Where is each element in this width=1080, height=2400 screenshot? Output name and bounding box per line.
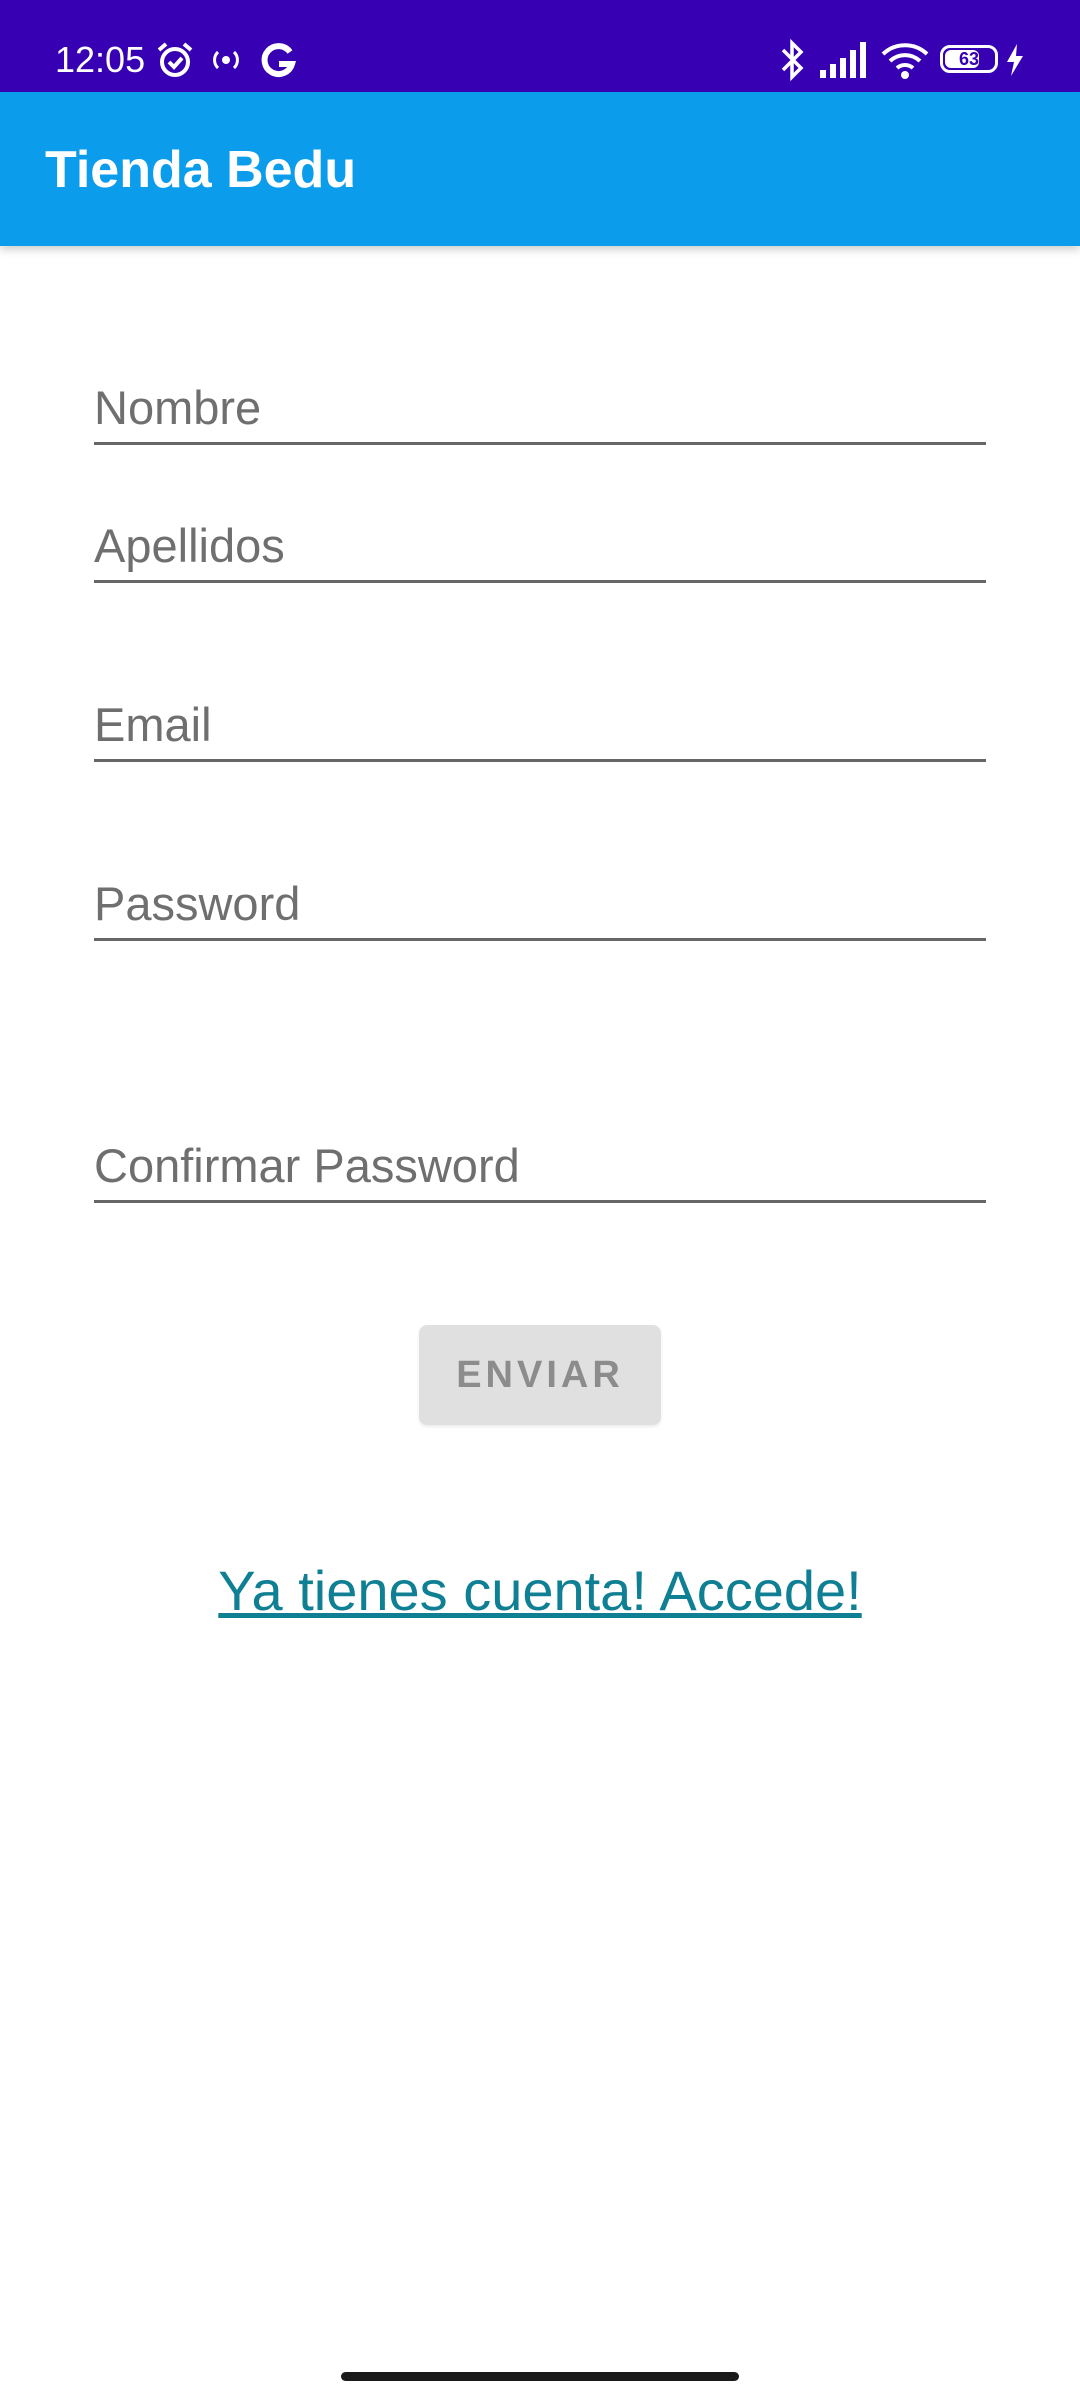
alarm-icon: [157, 42, 193, 77]
radio-icon: [213, 50, 239, 70]
bluetooth-icon: [781, 38, 804, 82]
google-icon: [261, 43, 297, 78]
battery-icon: 63: [940, 45, 998, 73]
confirm-password-input[interactable]: [94, 1136, 986, 1194]
confirm-password-field[interactable]: [94, 1136, 986, 1203]
nombre-input[interactable]: [94, 378, 986, 436]
home-indicator[interactable]: [341, 2372, 739, 2381]
battery-level: 63: [958, 49, 980, 69]
status-bar: 12:05 63: [0, 0, 1080, 92]
login-link[interactable]: Ya tienes cuenta! Accede!: [0, 1556, 1080, 1626]
send-button[interactable]: ENVIAR: [419, 1325, 661, 1425]
signal-icon: [820, 42, 866, 78]
apellidos-input[interactable]: [94, 516, 986, 574]
status-time: 12:05: [55, 39, 146, 80]
email-input[interactable]: [94, 695, 986, 753]
email-field[interactable]: [94, 695, 986, 762]
charging-icon: [1007, 44, 1023, 76]
nombre-field[interactable]: [94, 378, 986, 445]
apellidos-field[interactable]: [94, 516, 986, 583]
app-title: Tienda Bedu: [45, 141, 357, 199]
app-bar: Tienda Bedu: [0, 92, 1080, 246]
password-field[interactable]: [94, 874, 986, 941]
wifi-icon: [881, 43, 929, 79]
password-input[interactable]: [94, 874, 986, 932]
